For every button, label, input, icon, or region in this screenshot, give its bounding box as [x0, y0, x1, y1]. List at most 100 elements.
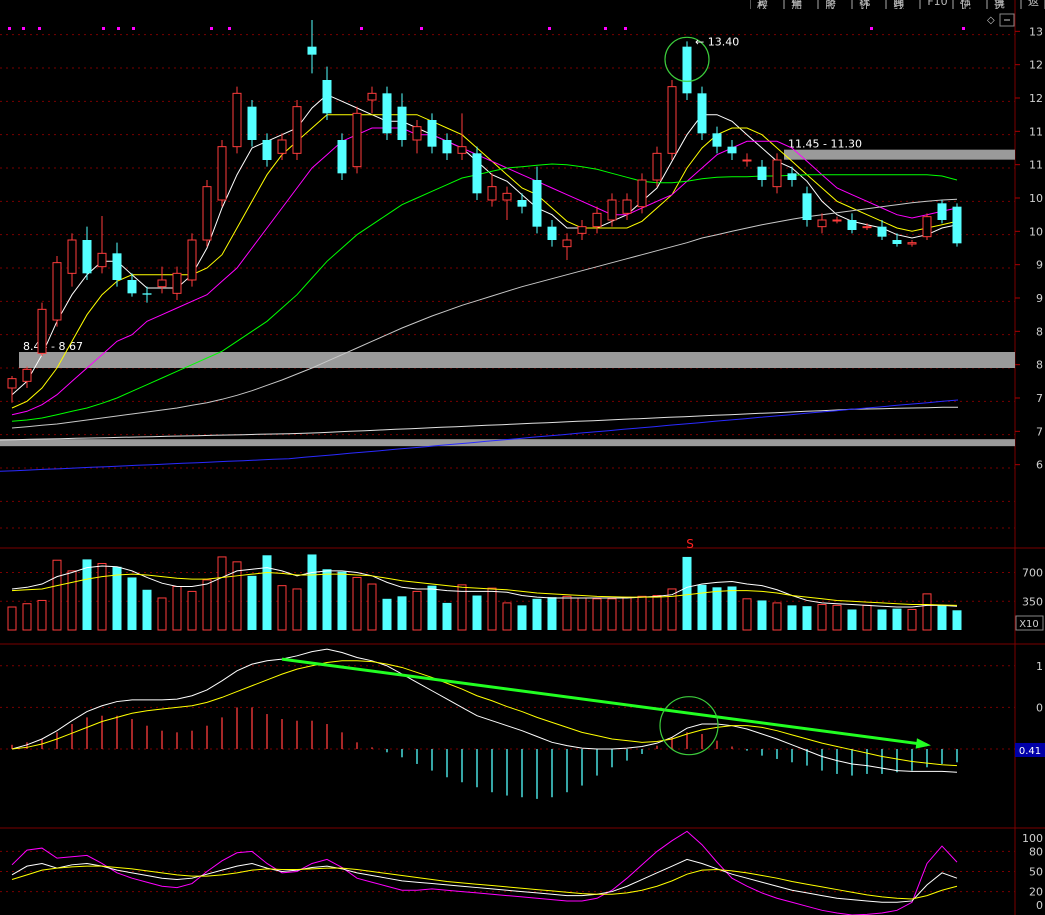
- volume-bar: [382, 598, 392, 630]
- candle: [757, 160, 767, 187]
- volume-bar: [952, 610, 962, 630]
- volume-bar: [277, 585, 287, 631]
- volume-bar: [67, 570, 77, 631]
- candle-body: [337, 140, 347, 174]
- candle-body: [322, 80, 332, 114]
- candle-body: [277, 139, 287, 154]
- candle-body: [622, 199, 632, 214]
- volume-bar: [412, 590, 422, 631]
- candle-body: [847, 220, 857, 230]
- candle-body: [352, 112, 362, 168]
- candle-body: [262, 140, 272, 160]
- candle-body: [217, 146, 227, 201]
- price-axis-label: 8: [1036, 325, 1043, 338]
- candle: [682, 41, 692, 100]
- candle-body: [682, 46, 692, 94]
- candle: [832, 216, 842, 224]
- macd-highlight-circle: [659, 696, 719, 756]
- candle: [592, 206, 602, 234]
- volume-bar: [907, 608, 917, 631]
- volume-bar: [712, 587, 722, 630]
- volume-axis-label: 700: [1022, 567, 1043, 580]
- candle: [907, 240, 917, 247]
- volume-bar: [832, 604, 842, 631]
- volume-bar: [802, 606, 812, 630]
- signal-dot: [102, 27, 105, 30]
- support-zone: [19, 352, 1015, 368]
- candle-body: [757, 166, 767, 180]
- candle-body: [562, 239, 572, 248]
- volume-bar: [787, 605, 797, 630]
- candle-body: [52, 262, 62, 321]
- macd-current-label: 0.41: [1019, 746, 1041, 757]
- volume-bar: [397, 596, 407, 630]
- price-axis-label: 10: [1029, 225, 1043, 238]
- price-axis-label: 11: [1029, 159, 1043, 172]
- signal-dot: [22, 27, 25, 30]
- candle-body: [202, 186, 212, 241]
- candle: [52, 256, 62, 327]
- zone-label: 8.44 - 8.67: [23, 340, 83, 353]
- volume-bar: [922, 593, 932, 631]
- volume-bar: [427, 585, 437, 630]
- price-axis-label: 12: [1029, 92, 1043, 105]
- candle-body: [667, 86, 677, 154]
- candle: [742, 153, 752, 167]
- candle-body: [37, 308, 47, 354]
- signal-dot: [624, 27, 627, 30]
- candle-body: [892, 240, 902, 244]
- volume-bar: [817, 604, 827, 631]
- volume-bar: [202, 579, 212, 631]
- candle: [427, 113, 437, 154]
- candle: [847, 213, 857, 234]
- candle-body: [922, 216, 932, 238]
- kdj-k-line: [11, 858, 958, 903]
- signal-dot: [962, 27, 965, 30]
- kdj-j-line: [11, 830, 958, 915]
- candle: [337, 133, 347, 180]
- price-axis-label: 9: [1036, 259, 1043, 272]
- candle: [952, 203, 962, 247]
- candle-body: [112, 253, 122, 280]
- candle-body: [817, 219, 827, 228]
- volume-bar: [682, 556, 692, 630]
- price-axis-label: 13: [1029, 25, 1043, 38]
- diamond-icon: ◇: [987, 15, 995, 26]
- macd-axis-label: 0: [1036, 701, 1043, 714]
- stock-chart: 13121211111010998877611.45 - 11.308.44 -…: [0, 0, 1045, 915]
- candle: [817, 213, 827, 234]
- volume-bar: [607, 598, 617, 631]
- support-zone: [0, 439, 1015, 447]
- candle: [217, 140, 227, 207]
- candle: [37, 302, 47, 356]
- macd-axis-label: 1: [1036, 660, 1043, 673]
- candle: [142, 286, 152, 303]
- candle: [67, 233, 77, 287]
- volume-bar: [22, 603, 32, 631]
- volume-bar: [97, 562, 107, 631]
- volume-bar: [727, 586, 737, 630]
- candle-body: [7, 378, 17, 389]
- candle-body: [82, 240, 92, 274]
- candle: [412, 120, 422, 154]
- volume-bar: [127, 577, 137, 630]
- candle-body: [952, 206, 962, 244]
- candle: [547, 220, 557, 247]
- candle: [532, 166, 542, 234]
- ma120-line: [11, 198, 958, 429]
- candle-body: [67, 239, 77, 274]
- signal-dot: [117, 27, 120, 30]
- price-axis-label: 9: [1036, 292, 1043, 305]
- signal-dot: [360, 27, 363, 30]
- candle-body: [157, 279, 167, 288]
- candle: [697, 86, 707, 140]
- volume-bar: [292, 588, 302, 631]
- candle-body: [727, 146, 737, 154]
- macd-dif-line: [11, 648, 958, 773]
- candle: [307, 20, 317, 74]
- signal-dot: [38, 27, 41, 30]
- candle: [787, 166, 797, 187]
- volume-bar: [367, 583, 377, 631]
- kdj-axis-label: 100: [1022, 832, 1043, 845]
- candle: [322, 66, 332, 120]
